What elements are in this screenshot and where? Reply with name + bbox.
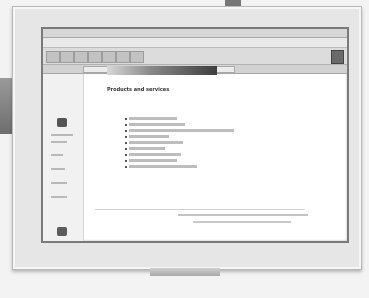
sidebar-link[interactable]	[51, 141, 67, 143]
list-item[interactable]	[125, 147, 265, 152]
browser-window: Products and services	[41, 27, 349, 243]
back-button[interactable]	[46, 51, 60, 63]
list-item[interactable]	[125, 123, 265, 128]
page-title: Products and services	[107, 87, 170, 93]
footer-divider	[95, 209, 305, 210]
list-item[interactable]	[125, 153, 265, 158]
footer-links[interactable]	[178, 214, 308, 216]
stop-button[interactable]	[130, 51, 144, 63]
window-titlebar	[43, 38, 347, 48]
header-banner	[107, 66, 217, 75]
list-item[interactable]	[125, 141, 265, 146]
list-item[interactable]	[125, 159, 265, 164]
sidebar-badge-icon	[57, 227, 67, 236]
throbber-icon	[331, 50, 344, 64]
reload-button[interactable]	[74, 51, 88, 63]
sidebar-logo-icon	[57, 118, 67, 127]
browser-toolbar	[43, 48, 347, 65]
site-sidebar	[43, 74, 84, 241]
footer-copyright	[193, 221, 291, 223]
sidebar-link[interactable]	[51, 168, 65, 170]
sidebar-link[interactable]	[51, 134, 73, 136]
sidebar-link[interactable]	[51, 154, 63, 156]
home-button[interactable]	[88, 51, 102, 63]
print-button[interactable]	[116, 51, 130, 63]
list-item[interactable]	[125, 117, 265, 122]
menu-bar	[43, 29, 347, 38]
sidebar-link[interactable]	[51, 182, 67, 184]
list-item[interactable]	[125, 135, 265, 140]
monitor-stand	[150, 268, 220, 276]
product-list	[125, 117, 265, 171]
search-button[interactable]	[102, 51, 116, 63]
sidebar-link[interactable]	[51, 196, 67, 198]
list-item[interactable]	[125, 129, 265, 134]
forward-button[interactable]	[60, 51, 74, 63]
list-item[interactable]	[125, 165, 265, 170]
